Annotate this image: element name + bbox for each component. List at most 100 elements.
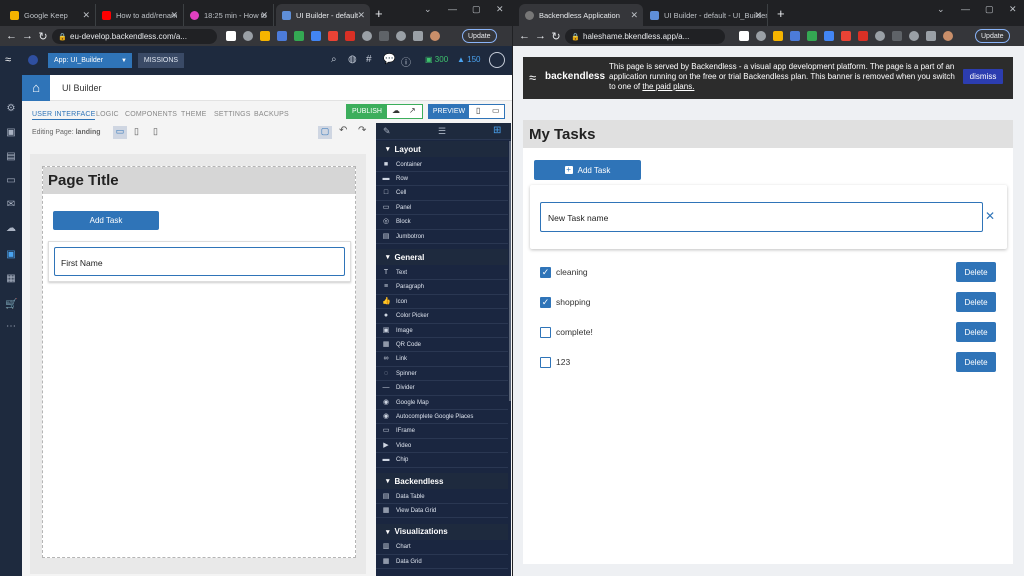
palette-section-layout[interactable]: ▾ Layout	[376, 141, 508, 157]
cloud-code-icon[interactable]: ☁	[5, 223, 17, 235]
publish-button[interactable]: PUBLISH ☁ ↗	[346, 104, 423, 119]
palette-item[interactable]: ▤ Jumbotron	[376, 230, 508, 244]
palette-section-general[interactable]: ▾ General	[376, 249, 508, 266]
close-icon[interactable]: ✕	[357, 10, 365, 21]
url-field[interactable]: 🔒 haleshame.bkendless.app/a...	[565, 29, 725, 44]
search-icon[interactable]: ⌕	[331, 54, 337, 65]
brush-icon[interactable]: ✎	[383, 126, 391, 137]
palette-item[interactable]: ▦ Data Grid	[376, 555, 508, 570]
palette-item[interactable]: ◌ Spinner	[376, 367, 508, 382]
info-icon[interactable]: ⓘ	[401, 54, 411, 69]
extension-icon[interactable]	[739, 31, 749, 41]
new-tab-icon[interactable]: +	[375, 6, 383, 21]
chat-icon[interactable]: 💬	[383, 54, 395, 65]
cloud-upload-icon[interactable]: ☁	[392, 106, 400, 115]
forward-icon[interactable]: →	[535, 30, 546, 42]
palette-item[interactable]: ◉ Google Map	[376, 396, 508, 410]
palette-item[interactable]: ▬ Chip	[376, 454, 508, 468]
extension-icon[interactable]	[345, 31, 355, 41]
delete-button[interactable]: Delete	[956, 262, 996, 282]
extension-icon[interactable]	[379, 31, 389, 41]
palette-section-visualizations[interactable]: ▾ Visualizations	[376, 523, 508, 540]
delete-button[interactable]: Delete	[956, 292, 996, 312]
title-block[interactable]: Page Title	[43, 167, 355, 194]
palette-item[interactable]: □ Cell	[376, 187, 508, 201]
extension-icon[interactable]	[875, 31, 885, 41]
close-icon[interactable]: ✕	[754, 10, 762, 21]
extension-icon[interactable]	[277, 31, 287, 41]
palette-item[interactable]: ▣ Image	[376, 324, 508, 338]
extension-icon[interactable]	[328, 31, 338, 41]
extension-icon[interactable]	[807, 31, 817, 41]
browser-tab[interactable]: How to add/renam ✕	[96, 4, 184, 26]
extension-icon[interactable]	[226, 31, 236, 41]
extension-icon[interactable]	[824, 31, 834, 41]
undo-icon[interactable]: ↶	[339, 125, 347, 136]
palette-item[interactable]: ▦ QR Code	[376, 338, 508, 353]
settings-icon[interactable]: ⚙	[5, 103, 17, 115]
database-icon[interactable]: ▤	[5, 151, 17, 163]
palette-item[interactable]: ≡ Paragraph	[376, 281, 508, 295]
minimize-icon[interactable]: —	[961, 4, 970, 14]
puzzle-icon[interactable]	[926, 31, 936, 41]
close-window-icon[interactable]: ✕	[1009, 4, 1017, 15]
extension-icon[interactable]	[841, 31, 851, 41]
tab-theme[interactable]: THEME	[181, 111, 207, 118]
tab-components[interactable]: COMPONENTS	[125, 111, 177, 118]
close-window-icon[interactable]: ✕	[496, 4, 504, 15]
messaging-icon[interactable]: ✉	[5, 199, 17, 211]
avatar[interactable]	[430, 31, 440, 41]
extension-icon[interactable]	[243, 31, 253, 41]
close-icon[interactable]: ✕	[260, 10, 268, 21]
update-button[interactable]: Update	[975, 29, 1010, 43]
palette-item[interactable]: ▥ Chart	[376, 541, 508, 555]
extension-icon[interactable]	[790, 31, 800, 41]
task-checkbox[interactable]	[540, 327, 551, 338]
chevron-down-icon[interactable]: ⌄	[937, 4, 945, 15]
app-selector[interactable]: App: UI_Builder ▼	[48, 53, 132, 68]
palette-item[interactable]: — Divider	[376, 382, 508, 396]
preview-button[interactable]: PREVIEW ▯ ▭	[428, 104, 505, 119]
palette-item[interactable]: ◉ Autocomplete Google Places	[376, 410, 508, 425]
visual-logic-icon[interactable]: ▦	[5, 273, 17, 285]
browser-tab[interactable]: UI Builder - default - UI_Builder ✕	[644, 4, 768, 26]
delete-button[interactable]: Delete	[956, 322, 996, 342]
close-icon[interactable]: ✕	[630, 10, 638, 21]
maximize-icon[interactable]: ▢	[472, 4, 481, 15]
redo-icon[interactable]: ↷	[358, 125, 366, 136]
support-icon[interactable]: ◍	[348, 54, 357, 65]
page-canvas[interactable]: Page Title Add Task First Name	[42, 166, 356, 558]
extension-icon[interactable]	[396, 31, 406, 41]
extension-icon[interactable]	[909, 31, 919, 41]
files-icon[interactable]: ▭	[5, 175, 17, 187]
new-task-input[interactable]: New Task name	[540, 202, 983, 232]
user-avatar-icon[interactable]	[489, 52, 505, 68]
extension-icon[interactable]	[260, 31, 270, 41]
url-field[interactable]: 🔒 eu-develop.backendless.com/a...	[52, 29, 217, 44]
tablet-view-icon[interactable]: ▯	[134, 126, 139, 137]
grid-icon[interactable]: ⊞	[493, 125, 501, 136]
mobile-icon[interactable]: ▯	[476, 106, 480, 115]
maximize-icon[interactable]: ▢	[985, 4, 994, 15]
browser-tab[interactable]: 18:25 min - How to ✕	[184, 4, 274, 26]
external-link-icon[interactable]: ↗	[409, 106, 416, 115]
home-icon[interactable]: ⌂	[22, 75, 50, 101]
extension-icon[interactable]	[773, 31, 783, 41]
palette-item[interactable]: ▶ Video	[376, 439, 508, 454]
backendless-logo-icon[interactable]: ≈	[5, 54, 11, 66]
task-checkbox[interactable]	[540, 357, 551, 368]
palette-item[interactable]: ∞ Link	[376, 353, 508, 367]
palette-item[interactable]: ▦ View Data Grid	[376, 504, 508, 519]
palette-item[interactable]: ■ Container	[376, 158, 508, 172]
more-icon[interactable]: ⋯	[5, 321, 17, 333]
browser-tab-active[interactable]: Backendless Application ✕	[519, 4, 643, 26]
add-task-button[interactable]: + Add Task	[534, 160, 641, 180]
update-button[interactable]: Update	[462, 29, 497, 43]
slack-icon[interactable]: #	[366, 54, 372, 65]
list-icon[interactable]: ☰	[438, 126, 446, 137]
users-icon[interactable]: ▣	[5, 127, 17, 139]
delete-button[interactable]: Delete	[956, 352, 996, 372]
browser-tab-active[interactable]: UI Builder - default ✕	[276, 4, 370, 26]
add-task-button[interactable]: Add Task	[53, 211, 159, 230]
extension-icon[interactable]	[892, 31, 902, 41]
